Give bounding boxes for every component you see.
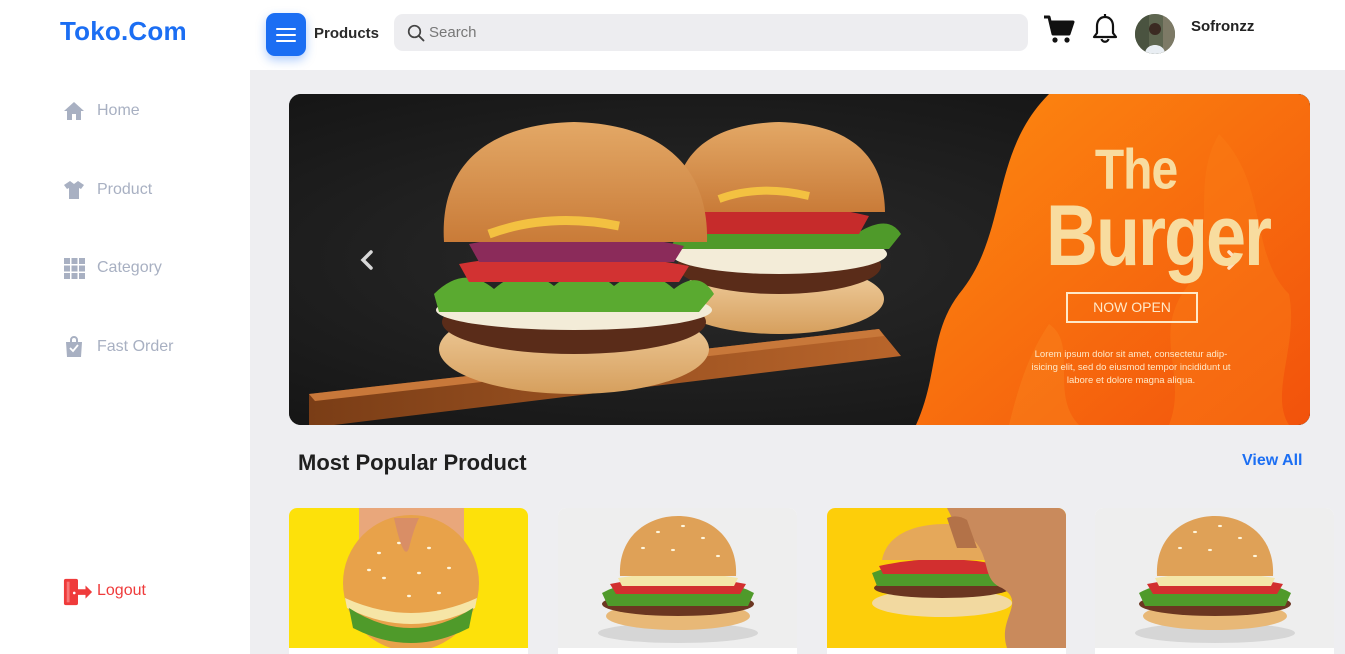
search-bar — [394, 14, 1028, 51]
product-image — [1095, 508, 1334, 648]
logout-icon — [63, 576, 93, 606]
username[interactable]: Sofronzz — [1191, 18, 1254, 35]
main-content: The Burger NOW OPEN Lorem ipsum dolor si… — [250, 70, 1345, 654]
product-image — [558, 508, 797, 648]
product-card[interactable] — [558, 508, 797, 654]
banner-title-line2: Burger — [1046, 187, 1272, 284]
grid-icon — [63, 257, 85, 279]
sidebar-nav: Home Product Category Fast Order — [63, 98, 173, 412]
product-image — [827, 508, 1066, 648]
sidebar-item-label: Fast Order — [97, 337, 174, 355]
sidebar-item-label: Category — [97, 259, 162, 276]
shirt-icon — [63, 179, 85, 201]
hamburger-icon — [276, 27, 296, 42]
sidebar-item-label: Home — [97, 102, 140, 119]
search-input[interactable] — [429, 24, 989, 41]
banner-description: Lorem ipsum dolor sit amet, consectetur … — [1031, 349, 1231, 386]
logout-button[interactable]: Logout — [63, 576, 146, 606]
sidebar-item-home[interactable]: Home — [63, 98, 173, 124]
app-root: Toko.Com Home Product Category Fast Orde… — [0, 0, 1345, 654]
sidebar-item-product[interactable]: Product — [63, 177, 173, 203]
cart-icon[interactable] — [1043, 13, 1075, 50]
hamburger-menu-button[interactable] — [266, 13, 306, 56]
logout-label: Logout — [97, 582, 146, 599]
brand-logo[interactable]: Toko.Com — [60, 16, 187, 47]
sidebar-item-fast-order[interactable]: Fast Order — [63, 334, 173, 360]
shopping-bag-icon — [63, 335, 85, 358]
view-all-link[interactable]: View All — [1242, 452, 1302, 470]
product-card[interactable] — [289, 508, 528, 654]
sidebar-item-category[interactable]: Category — [63, 255, 173, 281]
product-card[interactable] — [827, 508, 1066, 654]
sidebar: Toko.Com Home Product Category Fast Orde… — [0, 0, 250, 654]
avatar[interactable] — [1135, 14, 1175, 54]
product-image — [289, 508, 528, 648]
promo-banner[interactable]: The Burger NOW OPEN Lorem ipsum dolor si… — [289, 94, 1310, 425]
product-card[interactable] — [1095, 508, 1334, 654]
bell-icon[interactable] — [1092, 13, 1118, 50]
top-header: Products Search Sofronzz — [250, 0, 1345, 70]
search-icon — [407, 24, 425, 41]
now-open-button[interactable]: NOW OPEN — [1066, 292, 1198, 323]
sidebar-item-label: Product — [97, 180, 153, 198]
carousel-prev-button[interactable] — [351, 246, 383, 278]
home-icon — [63, 100, 85, 122]
page-title: Products — [314, 25, 380, 42]
banner-title: The Burger — [1046, 142, 1272, 279]
section-title: Most Popular Product — [298, 450, 527, 475]
